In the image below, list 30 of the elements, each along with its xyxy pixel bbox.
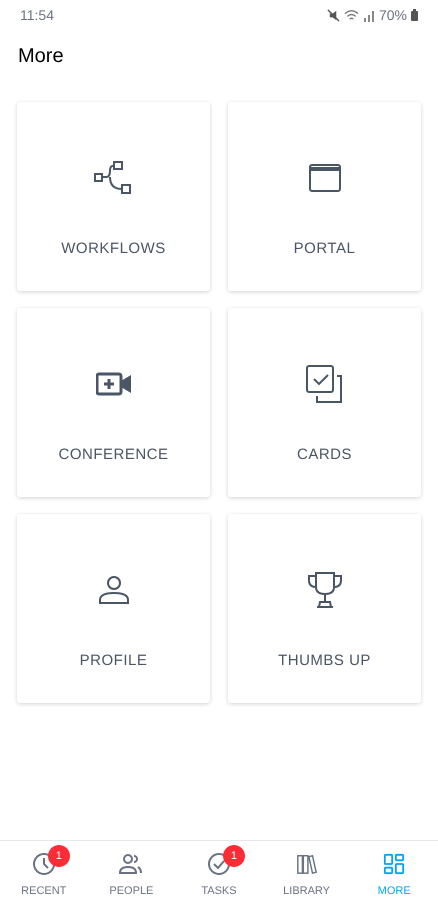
- workflow-icon: [94, 160, 134, 196]
- menu-tile[interactable]: WORKFLOWS: [17, 102, 210, 291]
- trophy-icon: [306, 571, 344, 609]
- people-icon: [119, 853, 144, 875]
- video-plus-icon: [96, 372, 132, 396]
- menu-tile[interactable]: PORTAL: [228, 102, 421, 291]
- notification-badge: 1: [48, 845, 70, 867]
- status-time: 11:54: [20, 6, 54, 24]
- notification-badge: 1: [222, 845, 245, 867]
- check-circle-icon: [206, 852, 231, 876]
- mute-icon: [326, 8, 340, 22]
- grid-icon: [383, 853, 406, 875]
- checked-cards-icon: [304, 364, 344, 404]
- menu-tile[interactable]: THUMBS UP: [228, 514, 421, 703]
- menu-tile[interactable]: PROFILE: [17, 514, 210, 703]
- clock-icon: [32, 852, 56, 876]
- person-icon: [96, 575, 130, 605]
- nav-tab[interactable]: 1 TASKS: [175, 841, 263, 900]
- page-title: More: [18, 44, 64, 69]
- nav-tab[interactable]: PEOPLE: [88, 841, 176, 900]
- nav-tab[interactable]: 1 RECENT: [0, 841, 88, 900]
- books-icon: [296, 853, 318, 875]
- menu-tile[interactable]: CONFERENCE: [17, 308, 210, 497]
- nav-tab[interactable]: LIBRARY: [262, 841, 350, 900]
- menu-tile[interactable]: CARDS: [228, 308, 421, 497]
- window-icon: [308, 163, 342, 193]
- wifi-icon: [344, 8, 359, 22]
- battery-icon: [411, 9, 418, 21]
- battery-level: 70%: [378, 6, 407, 24]
- signal-icon: [362, 8, 375, 22]
